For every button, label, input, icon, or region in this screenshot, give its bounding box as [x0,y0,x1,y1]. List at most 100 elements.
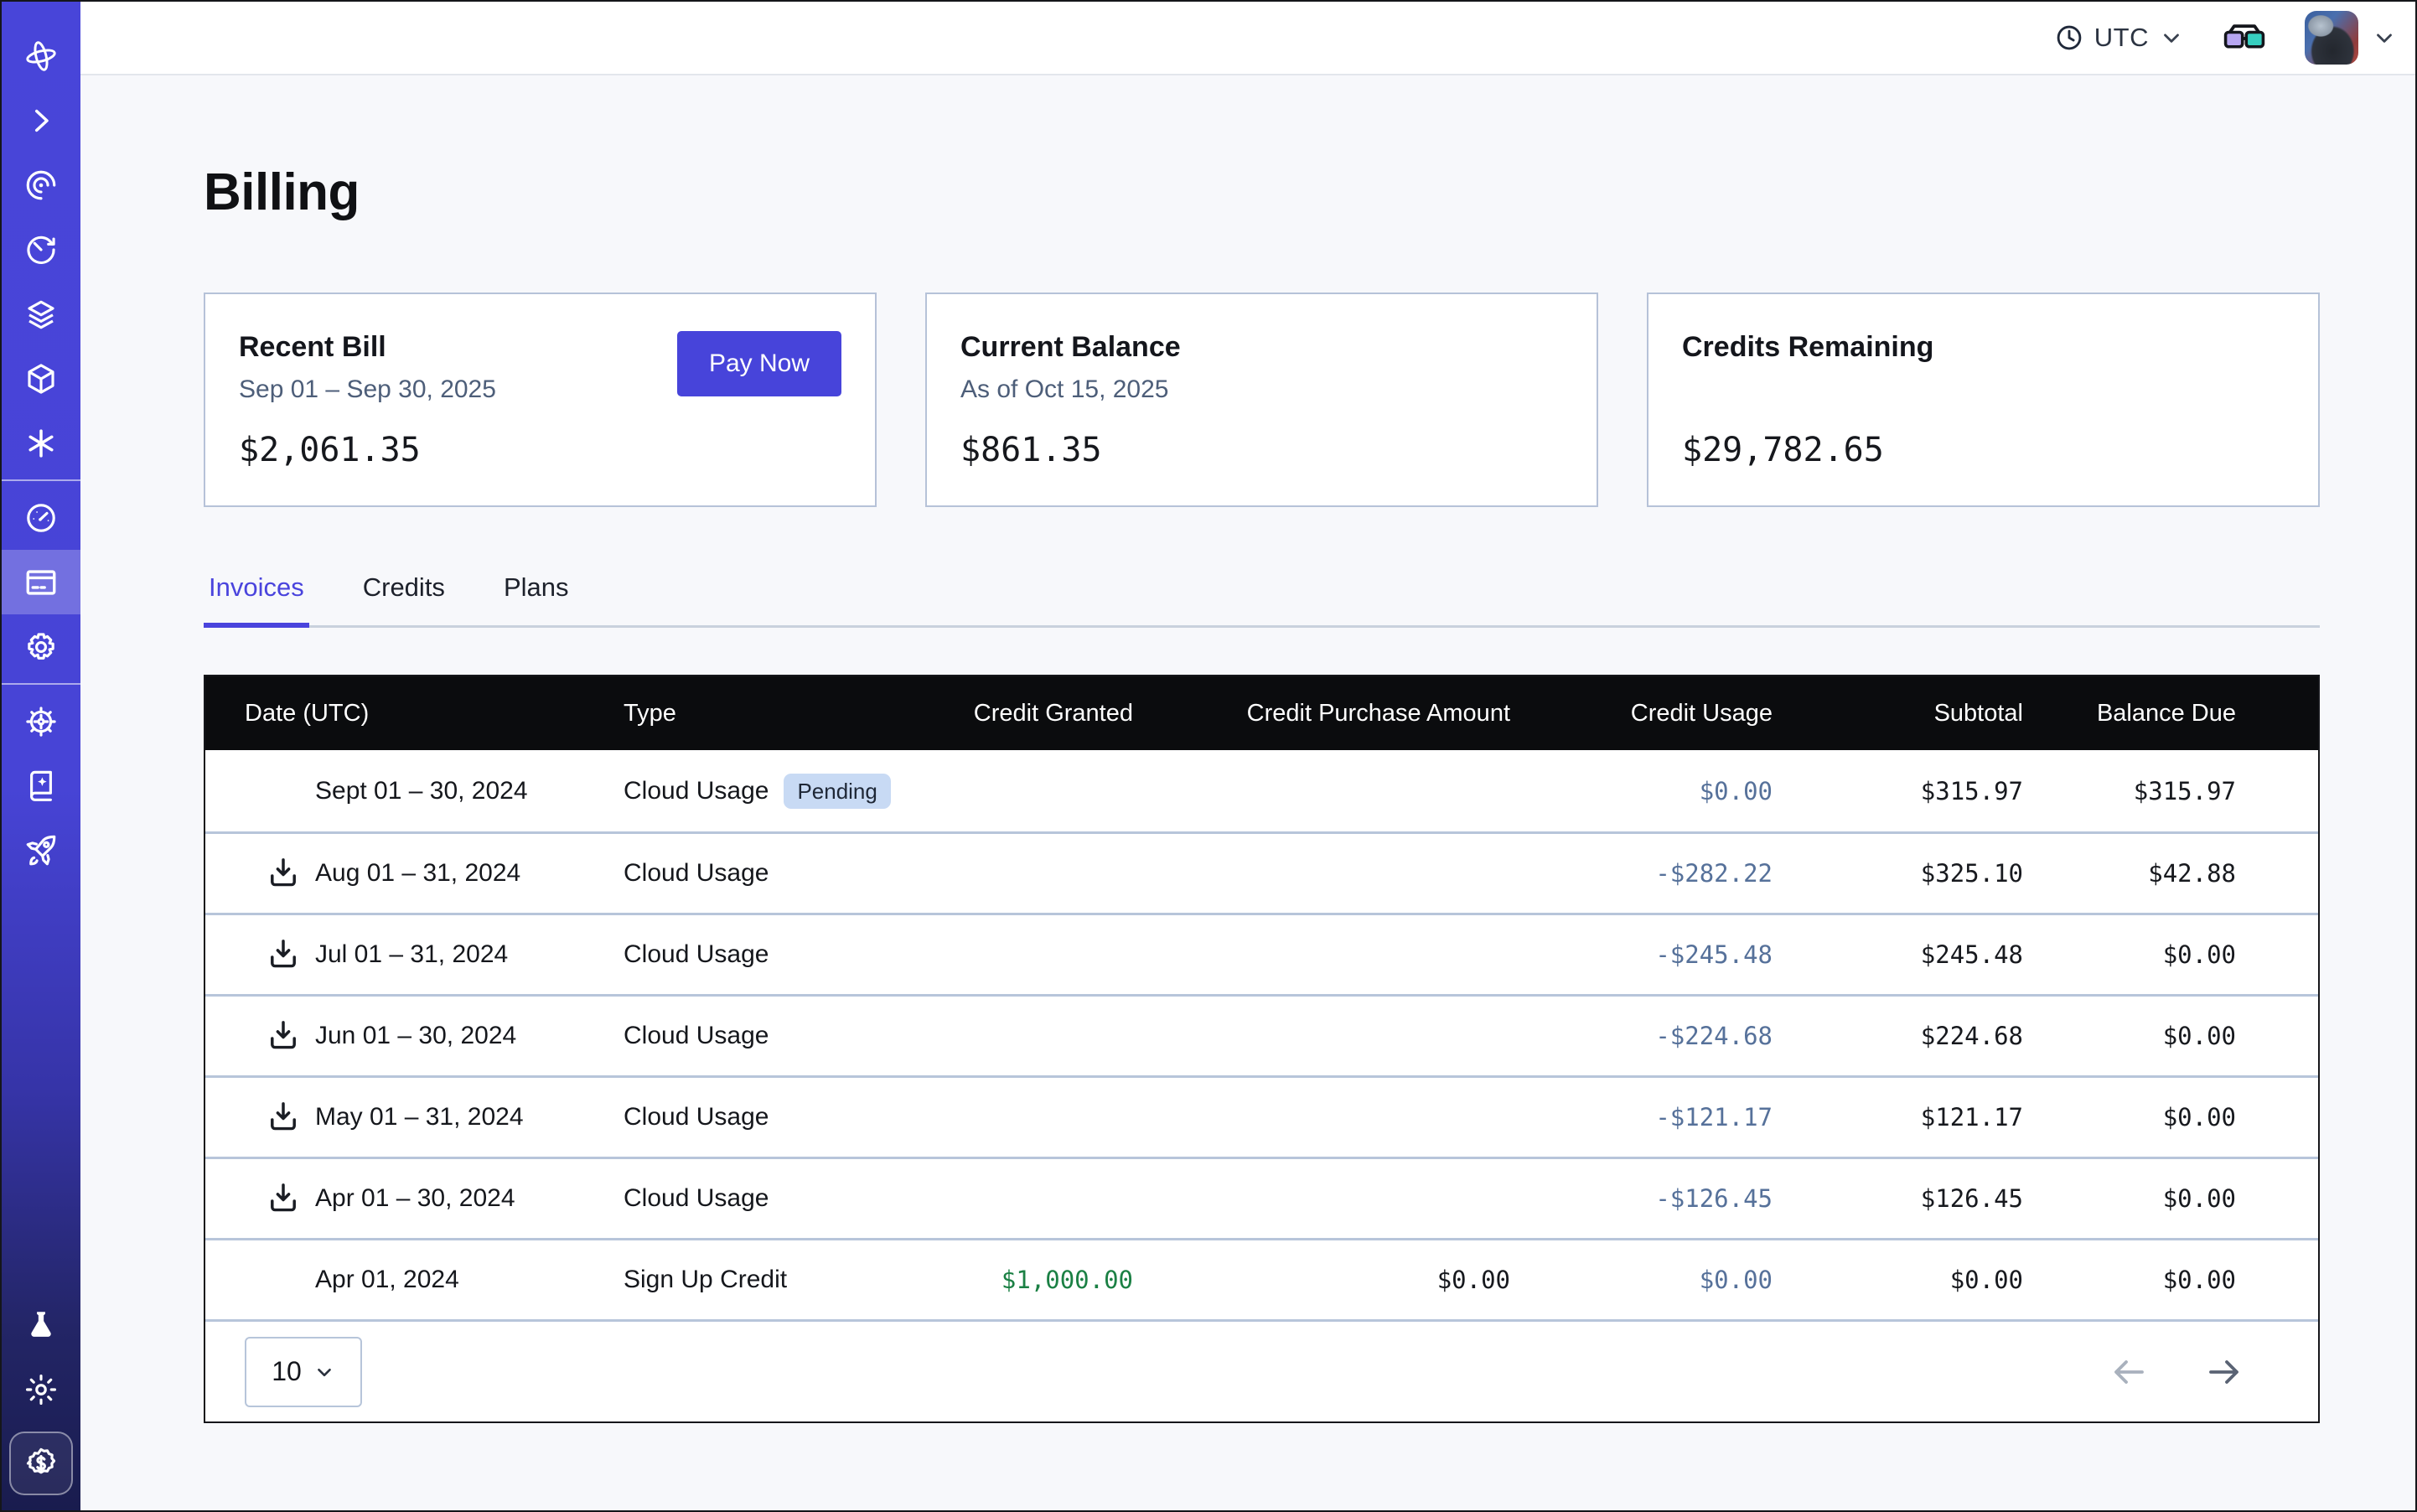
sidebar [2,2,80,1510]
table-row: Apr 01 – 30, 2024 Cloud Usage -$126.45 $… [205,1157,2318,1238]
next-page-arrow-icon[interactable] [2204,1352,2244,1392]
type-cell: Cloud Usage [624,940,925,969]
table-row: Apr 01, 2024 Sign Up Credit $1,000.00 $0… [205,1238,2318,1319]
invoice-date: Jun 01 – 30, 2024 [315,1022,516,1050]
balance-due-value: $0.00 [2163,1266,2236,1294]
date-cell: Jun 01 – 30, 2024 [245,1017,624,1054]
pagination-controls [2109,1352,2244,1392]
download-invoice-icon[interactable] [265,1099,302,1136]
asterisk-icon[interactable] [2,411,80,475]
table-footer: 10 [205,1319,2318,1421]
tab[interactable]: Invoices [204,572,309,628]
type-cell: Cloud Usage Pending [624,774,925,809]
type-cell: Cloud Usage [624,859,925,888]
date-cell: Aug 01 – 31, 2024 [245,855,624,892]
page-title: Billing [204,163,2320,222]
balance-due-value: $0.00 [2163,1184,2236,1213]
type-cell: Cloud Usage [624,1184,925,1213]
orbit-logo-icon[interactable] [2,23,80,88]
invoice-date: Apr 01, 2024 [315,1266,459,1294]
tab[interactable]: Credits [358,572,450,628]
pay-now-button[interactable]: Pay Now [677,331,841,396]
chevron-down-icon [2159,25,2184,50]
collapse-chevron-icon[interactable] [2,88,80,153]
card-title: Current Balance [960,331,1563,364]
table-row: May 01 – 31, 2024 Cloud Usage -$121.17 $… [205,1075,2318,1157]
invoice-type: Cloud Usage [624,777,769,805]
history-icon[interactable] [2,217,80,282]
page-size-select[interactable]: 10 [245,1337,362,1407]
sidebar-bottom-group [2,1292,80,1510]
tab[interactable]: Plans [499,572,574,628]
invoice-date: Sept 01 – 30, 2024 [315,777,528,805]
card-amount: $2,061.35 [239,431,841,469]
topbar: UTC [80,2,2415,75]
credit-usage-value: -$245.48 [1655,940,1773,969]
invoice-type: Sign Up Credit [624,1266,787,1294]
download-invoice-icon[interactable] [265,1180,302,1217]
settings-gear-icon[interactable] [2,614,80,679]
rocket-icon[interactable] [2,818,80,883]
credit-usage-value: -$126.45 [1655,1184,1773,1213]
invoice-date: Jul 01 – 31, 2024 [315,940,508,969]
timezone-selector[interactable]: UTC [2054,23,2184,53]
subtotal-value: $0.00 [1950,1266,2023,1294]
subtotal-value: $245.48 [1921,940,2023,969]
avatar[interactable] [2305,11,2358,65]
card-subtitle: As of Oct 15, 2025 [960,375,1563,404]
date-cell: Sept 01 – 30, 2024 [245,773,624,810]
goggles-icon[interactable] [2223,21,2266,54]
subtotal-value: $121.17 [1921,1103,2023,1131]
credit-granted-value: $1,000.00 [1001,1266,1133,1294]
column-header: Date (UTC) [245,700,624,728]
sidebar-divider [2,683,80,685]
docs-book-icon[interactable] [2,753,80,818]
brightness-icon[interactable] [2,1357,80,1421]
type-cell: Sign Up Credit [624,1266,925,1294]
invoices-table: Date (UTC)TypeCredit GrantedCredit Purch… [204,675,2320,1423]
summary-card: Recent Bill Sep 01 – Sep 30, 2025 $2,061… [204,293,877,507]
status-badge: Pending [784,774,890,809]
column-header: Type [624,700,925,728]
subtotal-value: $315.97 [1921,777,2023,805]
invoice-type: Cloud Usage [624,940,769,969]
balance-due-value: $0.00 [2163,1022,2236,1050]
table-row: Jul 01 – 31, 2024 Cloud Usage -$245.48 $… [205,913,2318,994]
download-invoice-icon[interactable] [265,936,302,973]
sidebar-divider [2,479,80,481]
iris-icon[interactable] [2,153,80,217]
layers-icon[interactable] [2,282,80,346]
summary-card: Current Balance As of Oct 15, 2025 $861.… [925,293,1598,507]
invoice-date: May 01 – 31, 2024 [315,1103,524,1131]
column-header: Subtotal [1934,700,2023,728]
type-cell: Cloud Usage [624,1103,925,1131]
app-window: UTC Billing [0,0,2417,1512]
balance-due-value: $42.88 [2148,859,2236,888]
invoice-type: Cloud Usage [624,1103,769,1131]
previous-page-arrow-icon[interactable] [2109,1352,2149,1392]
dollar-badge-icon[interactable] [9,1432,73,1495]
date-cell: Apr 01 – 30, 2024 [245,1180,624,1217]
gauge-icon[interactable] [2,485,80,550]
billing-icon[interactable] [2,550,80,614]
table-body: Sept 01 – 30, 2024 Cloud Usage Pending $… [205,750,2318,1319]
balance-due-value: $0.00 [2163,940,2236,969]
column-header: Credit Usage [1631,700,1773,728]
column-header: Balance Due [2097,700,2236,728]
invoice-type: Cloud Usage [624,1184,769,1213]
helm-icon[interactable] [2,689,80,753]
subtotal-value: $224.68 [1921,1022,2023,1050]
download-invoice-icon[interactable] [265,1017,302,1054]
account-menu[interactable] [2305,11,2397,65]
cube-icon[interactable] [2,346,80,411]
subtotal-value: $126.45 [1921,1184,2023,1213]
balance-due-value: $315.97 [2134,777,2236,805]
labs-flask-icon[interactable] [2,1292,80,1357]
invoice-date: Aug 01 – 31, 2024 [315,859,520,888]
chevron-down-icon [313,1361,335,1383]
download-invoice-icon[interactable] [265,855,302,892]
credit-usage-value: -$282.22 [1655,859,1773,888]
credit-usage-value: -$121.17 [1655,1103,1773,1131]
summary-card: Credits Remaining $29,782.65 [1647,293,2320,507]
credit-purchase-value: $0.00 [1437,1266,1510,1294]
